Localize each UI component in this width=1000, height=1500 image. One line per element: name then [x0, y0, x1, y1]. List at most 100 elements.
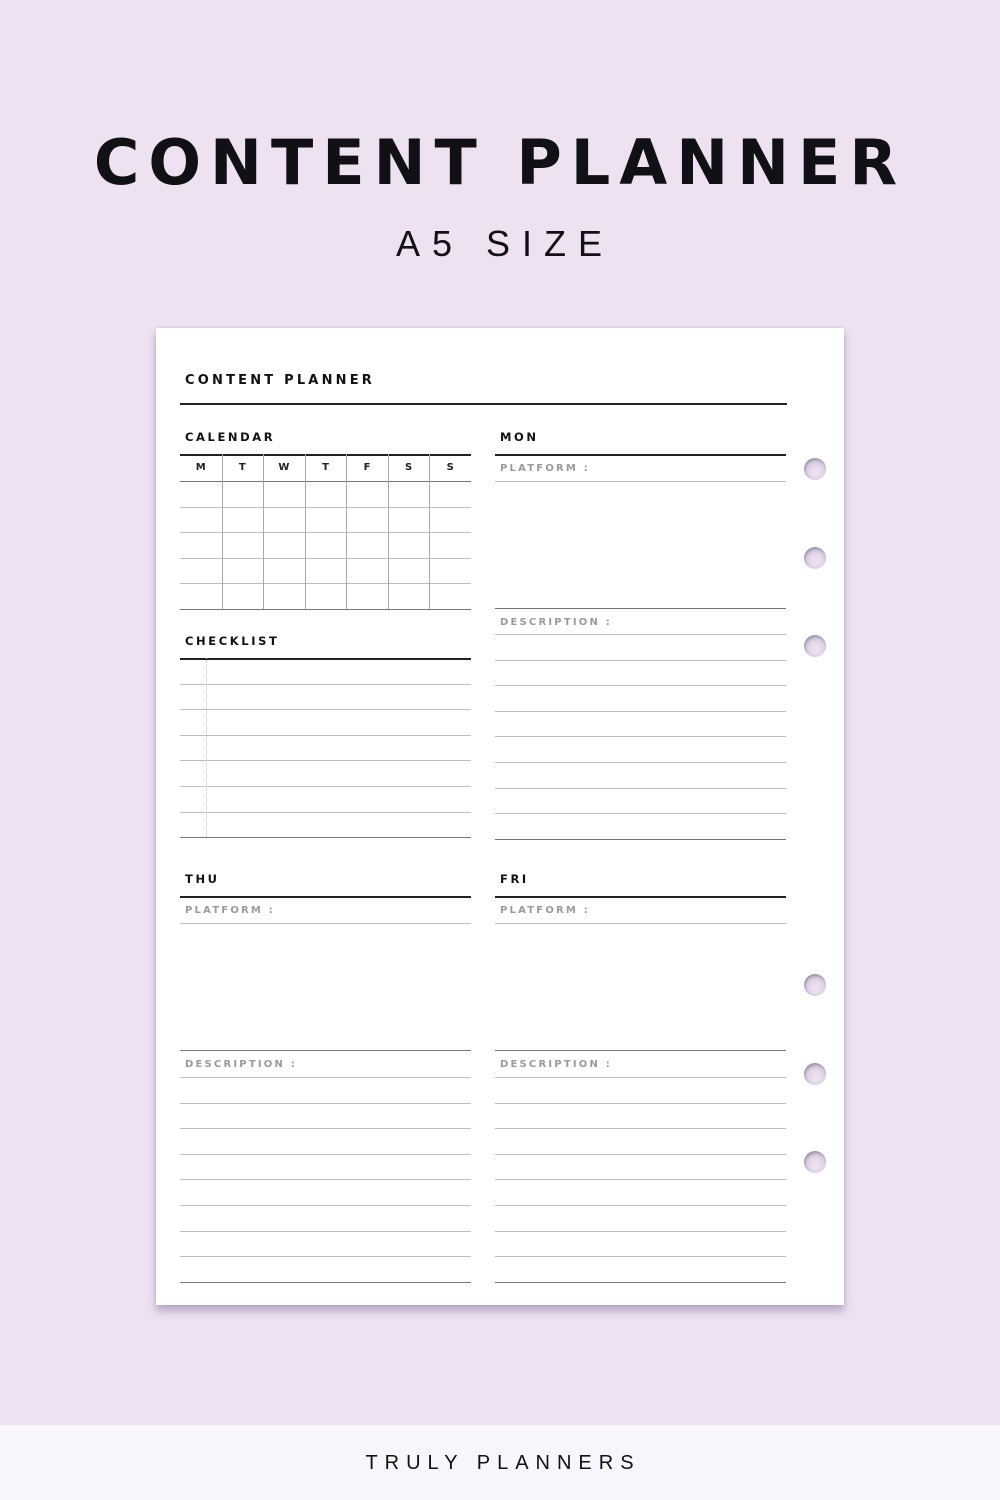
calendar-cell[interactable]	[180, 583, 222, 609]
mon-description-rule	[495, 608, 786, 609]
calendar-weekday-header: T	[322, 462, 329, 473]
calendar-cell[interactable]	[222, 481, 264, 507]
brand-name: TRULY PLANNERS	[365, 1452, 641, 1474]
thu-description-label: DESCRIPTION :	[185, 1059, 297, 1070]
mon-content-area[interactable]	[495, 483, 786, 608]
mon-description-line[interactable]	[495, 838, 786, 840]
calendar-weekday-header: T	[238, 462, 246, 473]
calendar-cell[interactable]	[263, 507, 305, 533]
ring-hole	[804, 635, 826, 657]
calendar-top-rule	[180, 454, 471, 456]
checklist-item[interactable]	[180, 760, 471, 786]
calendar-cell[interactable]	[180, 481, 222, 507]
mon-description-line[interactable]	[495, 736, 786, 738]
calendar-weekday-header: F	[363, 462, 371, 473]
calendar-cell[interactable]	[305, 507, 347, 533]
mon-description-line[interactable]	[495, 634, 786, 635]
calendar-cell[interactable]	[429, 532, 471, 558]
thu-description-line[interactable]	[180, 1077, 471, 1078]
fri-description-line[interactable]	[495, 1102, 786, 1104]
calendar-cell[interactable]	[346, 532, 388, 558]
checklist-item[interactable]	[180, 786, 471, 812]
checklist-item[interactable]	[180, 709, 471, 735]
thu-content-area[interactable]	[180, 925, 471, 1050]
calendar-cell[interactable]	[305, 583, 347, 609]
ring-hole	[804, 1063, 826, 1085]
calendar-cell[interactable]	[263, 481, 305, 507]
mon-description-line[interactable]	[495, 659, 786, 661]
calendar-cell[interactable]	[305, 532, 347, 558]
thu-platform-label: PLATFORM :	[185, 905, 275, 916]
calendar-cell[interactable]	[429, 583, 471, 609]
calendar-cell[interactable]	[346, 481, 388, 507]
fri-description-line[interactable]	[495, 1281, 786, 1283]
fri-platform-field[interactable]	[495, 923, 786, 924]
calendar-cell[interactable]	[429, 481, 471, 507]
calendar-cell[interactable]	[180, 558, 222, 584]
calendar-cell[interactable]	[263, 532, 305, 558]
mon-description-line[interactable]	[495, 787, 786, 789]
thu-description-line[interactable]	[180, 1153, 471, 1155]
mon-description-line[interactable]	[495, 762, 786, 763]
calendar-cell[interactable]	[222, 507, 264, 533]
ring-hole	[804, 974, 826, 996]
calendar-cell[interactable]	[222, 558, 264, 584]
mon-platform-field[interactable]	[495, 481, 786, 482]
thu-description-line[interactable]	[180, 1102, 471, 1104]
fri-description-line[interactable]	[495, 1205, 786, 1206]
thu-description-line[interactable]	[180, 1256, 471, 1258]
checklist-item[interactable]	[180, 684, 471, 710]
ring-hole	[804, 547, 826, 569]
thu-top-rule	[180, 896, 471, 898]
fri-top-rule	[495, 896, 786, 898]
calendar-label: CALENDAR	[185, 430, 276, 444]
thu-description-line[interactable]	[180, 1205, 471, 1206]
thu-platform-field[interactable]	[180, 923, 471, 924]
calendar-cell[interactable]	[222, 532, 264, 558]
calendar-cell[interactable]	[388, 558, 430, 584]
calendar-cell[interactable]	[346, 558, 388, 584]
fri-content-area[interactable]	[495, 925, 786, 1050]
calendar-cell[interactable]	[388, 481, 430, 507]
fri-description-line[interactable]	[495, 1230, 786, 1232]
calendar-cell[interactable]	[305, 481, 347, 507]
thu-description-line[interactable]	[180, 1179, 471, 1181]
calendar-cell[interactable]	[222, 583, 264, 609]
checklist-checkbox-column	[206, 658, 207, 838]
checklist-item[interactable]	[180, 735, 471, 761]
day-label-mon: MON	[500, 430, 539, 444]
calendar-cell[interactable]	[180, 507, 222, 533]
mon-description-line[interactable]	[495, 710, 786, 712]
thu-description-line[interactable]	[180, 1128, 471, 1130]
thu-description-line[interactable]	[180, 1281, 471, 1283]
thu-description-line[interactable]	[180, 1230, 471, 1232]
mon-description-label: DESCRIPTION :	[500, 617, 612, 628]
fri-description-line[interactable]	[495, 1179, 786, 1181]
checklist-item[interactable]	[180, 812, 471, 838]
calendar-cell[interactable]	[388, 583, 430, 609]
fri-description-line[interactable]	[495, 1153, 786, 1155]
calendar-cell[interactable]	[346, 507, 388, 533]
page-title: CONTENT PLANNER	[185, 373, 376, 388]
calendar-weekday-header: W	[278, 462, 290, 473]
calendar-cell[interactable]	[429, 507, 471, 533]
calendar-cell[interactable]	[180, 532, 222, 558]
fri-description-line[interactable]	[495, 1077, 786, 1078]
ring-hole	[804, 1151, 826, 1173]
calendar-cell[interactable]	[263, 583, 305, 609]
calendar-cell[interactable]	[346, 583, 388, 609]
calendar-cell[interactable]	[263, 558, 305, 584]
fri-description-line[interactable]	[495, 1128, 786, 1130]
planner-page: CONTENT PLANNER CALENDAR M T W T F S S CHECKLI…	[156, 328, 844, 1305]
calendar-cell[interactable]	[388, 507, 430, 533]
calendar-cell[interactable]	[429, 558, 471, 584]
calendar-cell[interactable]	[305, 558, 347, 584]
calendar-cell[interactable]	[388, 532, 430, 558]
mon-description-line[interactable]	[495, 813, 786, 815]
checklist-label: CHECKLIST	[185, 634, 280, 648]
mon-description-line[interactable]	[495, 685, 786, 687]
fri-description-line[interactable]	[495, 1256, 786, 1258]
fri-description-rule	[495, 1050, 786, 1051]
calendar-weekday-header: S	[405, 462, 413, 473]
checklist-item[interactable]	[180, 658, 471, 684]
